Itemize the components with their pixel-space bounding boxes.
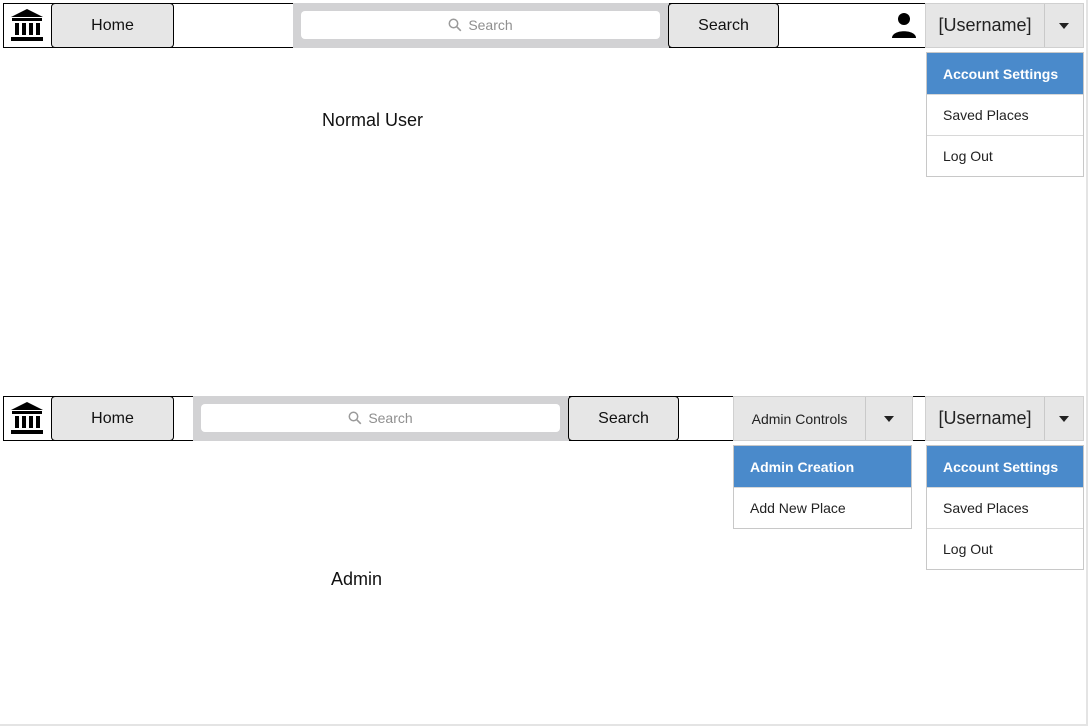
home-button[interactable]: Home <box>51 396 174 441</box>
username-dropdown[interactable]: [Username] <box>925 3 1084 48</box>
menu-item-log-out[interactable]: Log Out <box>927 528 1083 569</box>
username-label: [Username] <box>938 408 1032 428</box>
bank-icon[interactable] <box>7 399 47 437</box>
username-label: [Username] <box>938 15 1032 35</box>
menu-item-saved-places[interactable]: Saved Places <box>927 487 1083 528</box>
menu-item-admin-creation[interactable]: Admin Creation <box>734 446 911 487</box>
search-input[interactable]: Search <box>201 404 560 432</box>
search-button[interactable]: Search <box>568 396 679 441</box>
section-label-admin: Admin <box>331 569 383 589</box>
menu-item-log-out[interactable]: Log Out <box>927 135 1083 176</box>
search-button[interactable]: Search <box>668 3 779 48</box>
menu-item-saved-places[interactable]: Saved Places <box>927 94 1083 135</box>
menu-item-account-settings[interactable]: Account Settings <box>927 446 1083 487</box>
account-menu: Account Settings Saved Places Log Out <box>926 445 1084 570</box>
search-icon <box>448 18 462 32</box>
caret-down-icon[interactable] <box>865 397 912 440</box>
search-input[interactable]: Search <box>301 11 660 39</box>
home-button[interactable]: Home <box>51 3 174 48</box>
person-icon <box>887 9 921 41</box>
caret-down-icon[interactable] <box>1044 4 1083 47</box>
section-label-normal-user: Normal User <box>322 110 424 130</box>
account-menu: Account Settings Saved Places Log Out <box>926 52 1084 177</box>
admin-controls-dropdown[interactable]: Admin Controls <box>733 396 913 441</box>
admin-controls-label: Admin Controls <box>751 410 848 427</box>
menu-item-account-settings[interactable]: Account Settings <box>927 53 1083 94</box>
wireframe-canvas <box>0 0 1088 726</box>
search-placeholder: Search <box>368 410 413 426</box>
admin-menu: Admin Creation Add New Place <box>733 445 912 529</box>
bank-icon[interactable] <box>7 6 47 44</box>
search-placeholder: Search <box>468 17 513 33</box>
username-dropdown[interactable]: [Username] <box>925 396 1084 441</box>
search-icon <box>348 411 362 425</box>
menu-item-add-new-place[interactable]: Add New Place <box>734 487 911 528</box>
caret-down-icon[interactable] <box>1044 397 1083 440</box>
